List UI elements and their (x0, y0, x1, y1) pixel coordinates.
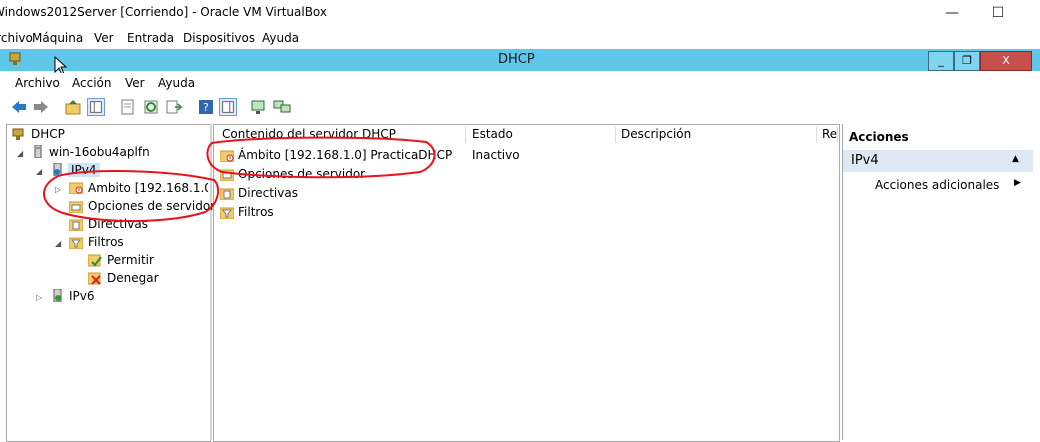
vbox-menu-dispositivos[interactable]: Dispositivos (183, 31, 255, 45)
tree-item-scope[interactable]: Ambito [192.168.1.0] Pr (88, 181, 208, 195)
server-options-icon (220, 169, 234, 181)
expand-arrow-icon[interactable]: ▷ (55, 185, 61, 194)
vbox-menu-maquina[interactable]: Máquina (32, 31, 83, 45)
ipv4-icon (53, 163, 62, 176)
show-tree-icon[interactable] (87, 98, 105, 116)
tree-item-deny[interactable]: Denegar (107, 271, 159, 285)
mmc-menu-ayuda[interactable]: Ayuda (158, 76, 195, 90)
network-computers-icon[interactable] (273, 98, 291, 116)
svg-text:?: ? (203, 101, 209, 114)
list-row-filters[interactable]: Filtros (238, 205, 274, 219)
tree-item-filters[interactable]: Filtros (88, 235, 124, 249)
properties-sheet-icon[interactable] (118, 98, 136, 116)
up-folder-icon[interactable] (64, 98, 82, 116)
help-icon[interactable]: ? (197, 98, 215, 116)
vbox-maximize-button[interactable]: ☐ (986, 3, 1010, 23)
scope-folder-icon (220, 150, 234, 162)
deny-filter-icon (88, 272, 101, 285)
back-arrow-icon[interactable] (10, 98, 28, 116)
mmc-minimize-button[interactable]: _ (928, 51, 954, 71)
tree-item-server-options[interactable]: Opciones de servidor (88, 199, 215, 213)
mmc-restore-button[interactable]: ❐ (954, 51, 980, 71)
export-list-icon[interactable] (165, 98, 183, 116)
computer-monitor-icon[interactable] (250, 98, 268, 116)
vbox-menu-archivo[interactable]: Archivo (0, 31, 33, 45)
collapse-arrow-icon[interactable]: ◢ (17, 149, 23, 158)
collapse-arrow-icon[interactable]: ◢ (55, 239, 61, 248)
policies-icon (220, 188, 234, 200)
ipv6-icon (53, 289, 62, 302)
column-header-content[interactable]: Contenido del servidor DHCP (218, 127, 466, 143)
actions-section-label: IPv4 (851, 153, 879, 168)
dhcp-root-icon (12, 128, 24, 140)
filters-icon (69, 237, 83, 249)
server-icon (34, 145, 42, 158)
list-row-scope-name[interactable]: Ámbito [192.168.1.0] PracticaDHCP (238, 148, 452, 162)
collapse-up-icon[interactable]: ▲ (1012, 154, 1019, 164)
expand-arrow-icon[interactable]: ▷ (36, 293, 42, 302)
policies-icon (69, 219, 83, 231)
tree-item-dhcp[interactable]: DHCP (31, 127, 65, 141)
column-header-description[interactable]: Descripción (617, 127, 817, 143)
vbox-minimize-button[interactable]: — (940, 3, 964, 23)
list-row-server-options[interactable]: Opciones de servidor (238, 167, 365, 181)
vbox-menu-entrada[interactable]: Entrada (127, 31, 174, 45)
column-header-rel[interactable]: Rel (818, 127, 838, 143)
mmc-menu-ver[interactable]: Ver (125, 76, 145, 90)
tree-item-allow[interactable]: Permitir (107, 253, 154, 267)
list-row-policies[interactable]: Directivas (238, 186, 298, 200)
mmc-menu-accion[interactable]: Acción (72, 76, 111, 90)
submenu-arrow-icon: ▶ (1014, 178, 1021, 188)
tree-item-server[interactable]: win-16obu4aplfn (49, 145, 150, 159)
refresh-icon[interactable] (142, 98, 160, 116)
actions-more-actions[interactable]: Acciones adicionales (875, 178, 999, 192)
dhcp-app-icon (9, 52, 21, 65)
mmc-menu-archivo[interactable]: Archivo (15, 76, 60, 90)
mmc-menubar (0, 73, 1040, 93)
collapse-arrow-icon[interactable]: ◢ (36, 167, 42, 176)
tree-item-ipv4[interactable]: IPv4 (68, 163, 100, 177)
tree-item-ipv6[interactable]: IPv6 (69, 289, 95, 303)
scope-folder-icon (69, 182, 83, 194)
pane-splitter[interactable] (210, 124, 212, 440)
vbox-menu-ayuda[interactable]: Ayuda (262, 31, 299, 45)
allow-filter-icon (88, 254, 102, 267)
show-action-pane-icon[interactable] (219, 98, 237, 116)
actions-section-ipv4[interactable]: IPv4 (843, 150, 1033, 172)
list-row-scope-status: Inactivo (472, 148, 520, 162)
vbox-window-title: Windows2012Server [Corriendo] - Oracle V… (0, 5, 328, 19)
forward-arrow-icon[interactable] (32, 98, 50, 116)
filters-icon (220, 207, 234, 219)
mmc-close-button[interactable]: X (980, 51, 1032, 71)
mmc-window-title: DHCP (498, 52, 535, 67)
actions-header: Acciones (849, 130, 909, 144)
tree-item-policies[interactable]: Directivas (88, 217, 148, 231)
server-options-icon (69, 201, 83, 213)
vbox-menu-ver[interactable]: Ver (94, 31, 114, 45)
column-header-status[interactable]: Estado (468, 127, 616, 143)
